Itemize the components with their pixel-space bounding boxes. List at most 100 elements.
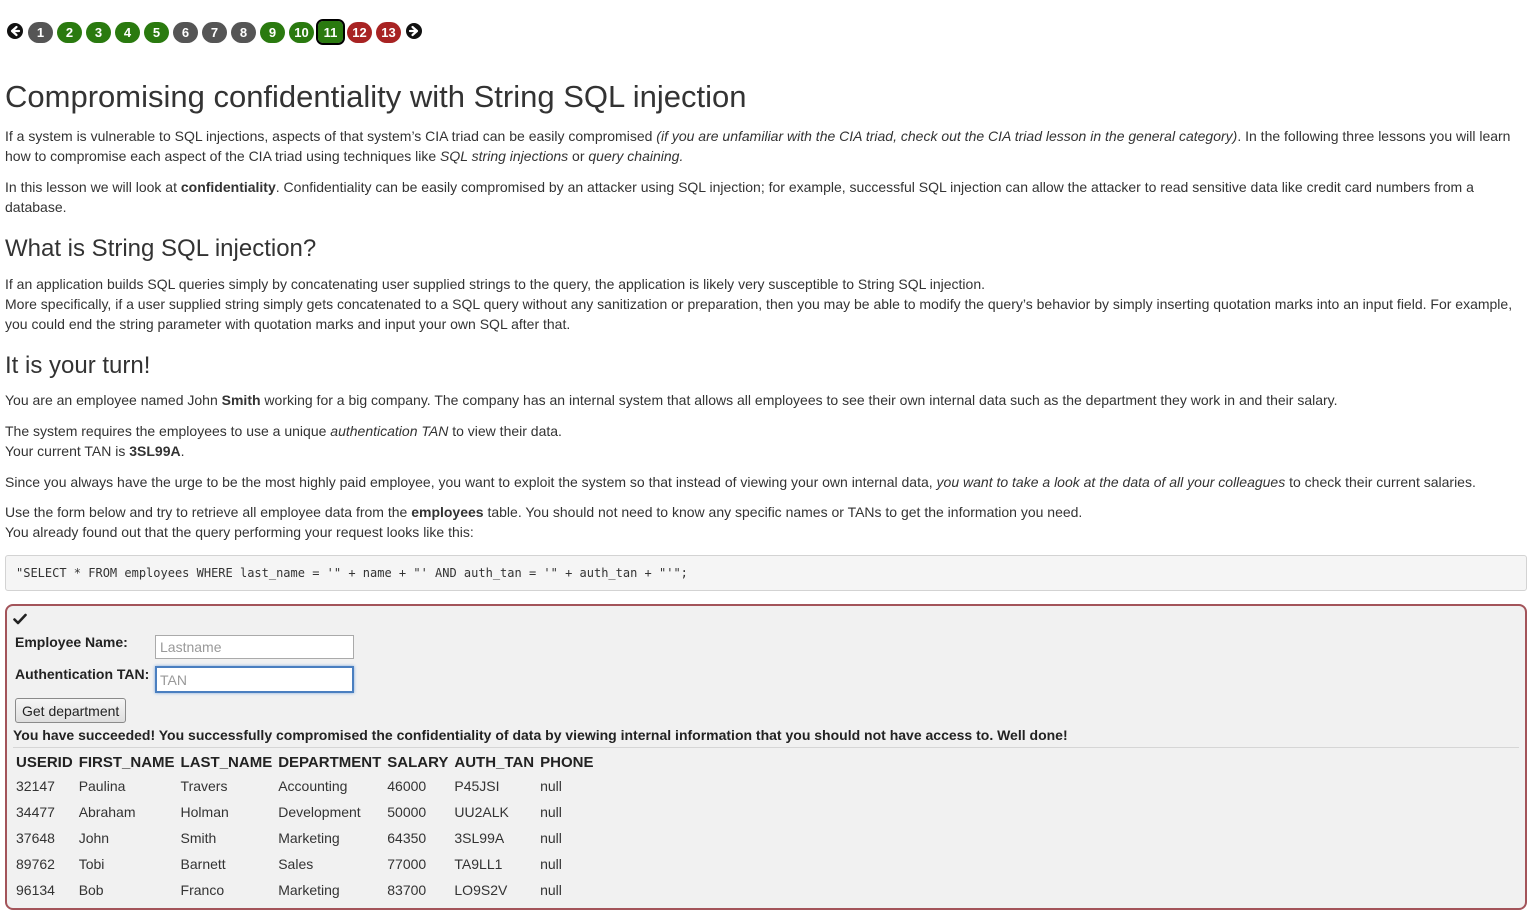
page-button-10[interactable]: 10 [289, 22, 314, 43]
page-button-3[interactable]: 3 [86, 22, 111, 43]
turn-text: working for a big company. The company h… [260, 392, 1338, 408]
page-button-8[interactable]: 8 [231, 22, 256, 43]
table-cell: Barnett [180, 856, 226, 872]
turn-text: Your current TAN is [5, 443, 130, 459]
table-cell: 96134 [16, 882, 55, 898]
get-department-button[interactable]: Get department [15, 698, 127, 723]
results-table: USERID FIRST_NAME LAST_NAME DEPARTMENT SALAR… [13, 751, 596, 903]
turn-text: to view their data. [448, 423, 562, 439]
table-body: 32147 Paulina Travers Accounting 46000 P45JSI… [13, 773, 596, 903]
table-cell: null [540, 830, 562, 846]
table-cell: UU2ALK [454, 804, 509, 820]
table-cell: Bob [78, 882, 104, 898]
page-button-2[interactable]: 2 [57, 22, 82, 43]
page-button-5[interactable]: 5 [144, 22, 169, 43]
employee-name-input[interactable] [155, 635, 354, 659]
table-cell: Development [278, 804, 361, 820]
intro-paragraph-1: If a system is vulnerable to SQL injecti… [5, 126, 1523, 166]
lesson-page: 1 2 3 4 5 6 7 8 9 10 11 12 13 Compromising confident… [0, 0, 1537, 917]
page-button-4[interactable]: 4 [115, 22, 140, 43]
turn-emphasis: you want to take a look at the data of a… [936, 474, 1286, 490]
table-cell: 37648 [16, 830, 55, 846]
table-cell: 89762 [16, 856, 55, 872]
turn-strong: 3SL99A [129, 443, 181, 459]
turn-paragraph-1: You are an employee named John Smith wor… [5, 390, 1523, 410]
section-heading-turn: It is your turn! [5, 352, 151, 379]
column-header: PHONE [540, 753, 594, 771]
table-cell: Marketing [278, 882, 340, 898]
page-button-1[interactable]: 1 [28, 22, 53, 43]
turn-emphasis: authentication TAN [330, 423, 449, 439]
success-feedback: You have succeeded! You successfully com… [13, 727, 1068, 743]
turn-text: Since you always have the urge to be the… [5, 474, 937, 490]
table-cell: Travers [180, 778, 228, 794]
table-cell: Holman [180, 804, 229, 820]
intro-strong: confidentiality [180, 179, 276, 195]
table-cell: Smith [180, 830, 217, 846]
table-row: 34477 Abraham Holman Development 50000 UU2ALK… [13, 799, 596, 825]
lesson-pagination: 1 2 3 4 5 6 7 8 9 10 11 12 13 [6, 18, 423, 45]
table-row: 37648 John Smith Marketing 64350 3SL99A null [13, 825, 596, 851]
intro-emphasis: query chaining. [588, 148, 684, 164]
intro-text: or [568, 148, 589, 164]
page-button-11[interactable]: 11 [316, 19, 345, 45]
table-cell: 77000 [387, 856, 427, 872]
table-cell: LO9S2V [454, 882, 508, 898]
what-paragraph: If an application builds SQL queries sim… [5, 274, 1523, 334]
column-header: FIRST_NAME [78, 753, 175, 771]
turn-text: table. You should not need to know any s… [483, 504, 1083, 520]
table-cell: null [540, 778, 562, 794]
table-cell: Abraham [78, 804, 136, 820]
attack-container: Employee Name: Authentication TAN: Get d… [5, 604, 1527, 910]
column-header: AUTH_TAN [454, 753, 535, 771]
checkmark-icon [13, 612, 27, 630]
column-header: USERID [16, 753, 73, 771]
turn-text: . [180, 443, 185, 459]
turn-text: The system requires the employees to use… [5, 423, 331, 439]
what-text: More specifically, if a user supplied st… [5, 296, 1513, 332]
page-button-list: 1 2 3 4 5 6 7 8 9 10 11 12 13 [28, 18, 401, 45]
intro-emphasis: (if you are unfamiliar with the CIA tria… [656, 128, 1238, 144]
page-button-7[interactable]: 7 [202, 22, 227, 43]
table-cell: 34477 [16, 804, 55, 820]
table-cell: Marketing [278, 830, 340, 846]
table-cell: Sales [278, 856, 314, 872]
turn-paragraph-3: Since you always have the urge to be the… [5, 472, 1523, 492]
turn-text: Use the form below and try to retrieve a… [5, 504, 412, 520]
turn-text: to check their current salaries. [1285, 474, 1476, 490]
query-code-block: "SELECT * FROM employees WHERE last_name… [5, 555, 1527, 591]
what-text: If an application builds SQL queries sim… [5, 276, 986, 292]
table-cell: null [540, 882, 562, 898]
intro-text: In this lesson we will look at [5, 179, 181, 195]
turn-strong: Smith [221, 392, 261, 408]
page-button-6[interactable]: 6 [173, 22, 198, 43]
turn-paragraph-4: Use the form below and try to retrieve a… [5, 502, 1523, 542]
arrow-left-circle-icon[interactable] [6, 22, 24, 40]
table-cell: Paulina [78, 778, 126, 794]
turn-text: You are an employee named John [5, 392, 222, 408]
table-cell: P45JSI [454, 778, 500, 794]
table-cell: null [540, 856, 562, 872]
section-heading-what: What is String SQL injection? [5, 235, 317, 262]
arrow-right-circle-icon[interactable] [405, 22, 423, 40]
table-cell: Tobi [78, 856, 105, 872]
turn-paragraph-2: The system requires the employees to use… [5, 421, 1523, 461]
intro-text: If a system is vulnerable to SQL injecti… [5, 128, 657, 144]
table-cell: John [78, 830, 110, 846]
table-cell: 83700 [387, 882, 427, 898]
table-cell: 3SL99A [454, 830, 505, 846]
page-button-9[interactable]: 9 [260, 22, 285, 43]
page-title: Compromising confidentiality with String… [5, 79, 747, 114]
column-header: DEPARTMENT [278, 753, 382, 771]
page-button-13[interactable]: 13 [376, 22, 401, 43]
intro-paragraph-2: In this lesson we will look at confident… [5, 177, 1523, 217]
intro-emphasis: SQL string injections [440, 148, 569, 164]
column-header: LAST_NAME [180, 753, 273, 771]
auth-tan-input[interactable] [155, 666, 354, 693]
table-cell: 64350 [387, 830, 427, 846]
table-header-row: USERID FIRST_NAME LAST_NAME DEPARTMENT SALAR… [13, 751, 596, 773]
page-button-12[interactable]: 12 [347, 22, 372, 43]
table-row: 96134 Bob Franco Marketing 83700 LO9S2V null [13, 877, 596, 903]
table-cell: 50000 [387, 804, 427, 820]
column-header: SALARY [387, 753, 449, 771]
